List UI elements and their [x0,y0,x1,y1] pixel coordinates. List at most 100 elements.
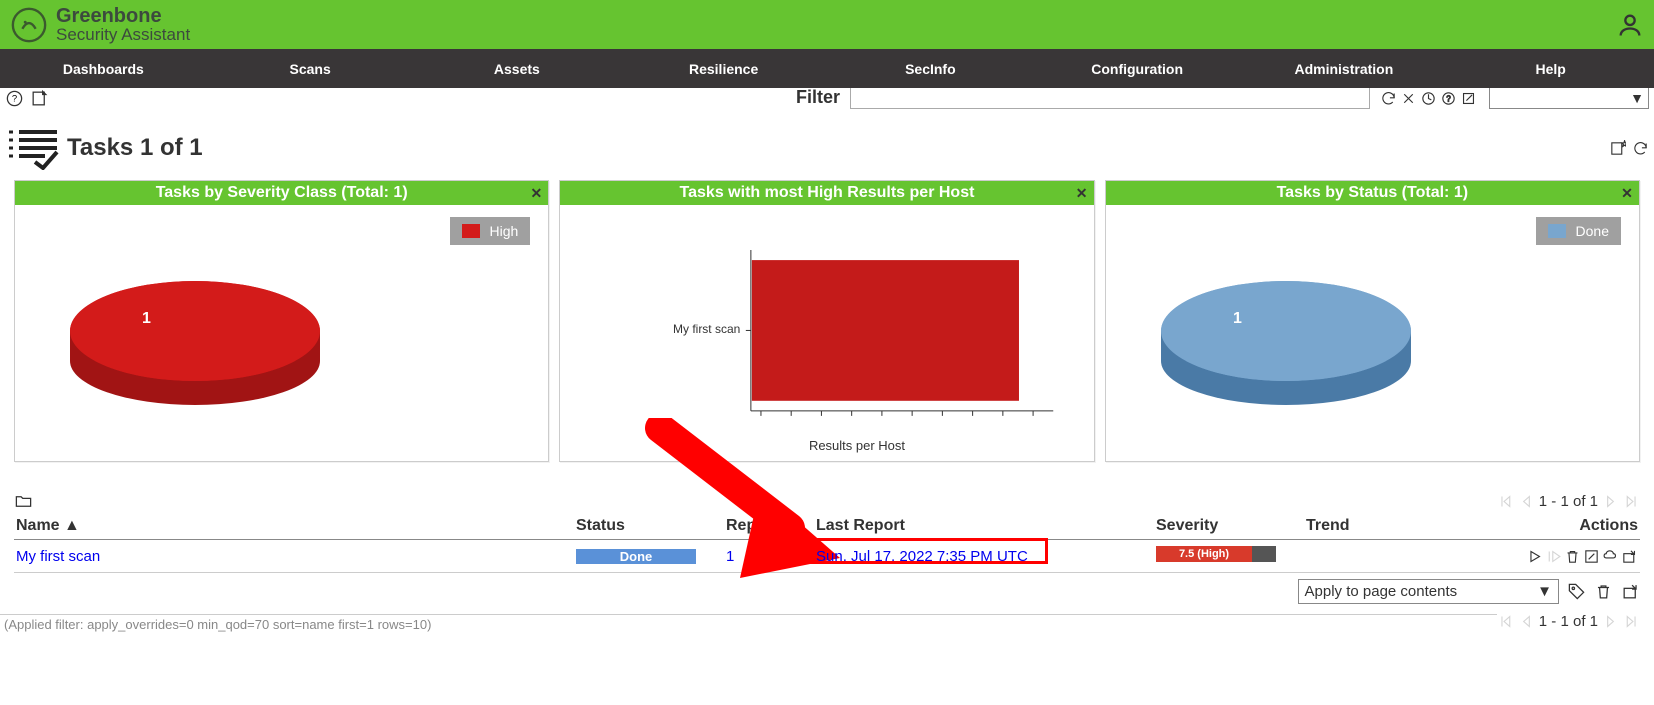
pager-text-bottom: 1 - 1 of 1 [1539,613,1598,630]
brand: Greenbone Security Assistant [10,6,190,44]
reset-dashboard-icon[interactable] [1632,140,1649,157]
pager-next-icon[interactable] [1602,493,1619,510]
pager-first-icon[interactable] [1497,493,1514,510]
new-task-icon[interactable] [30,89,49,108]
edit-icon[interactable] [1583,548,1600,565]
legend-swatch-done [1548,224,1566,238]
col-last-report[interactable]: Last Report [814,513,1154,540]
svg-text:?: ? [1446,94,1451,103]
folder-icon[interactable] [14,492,33,511]
apply-label: Apply to page contents [1305,583,1458,600]
bar-x-label: Results per Host [620,438,1093,453]
legend-swatch-high [462,224,480,238]
bar-chart-high-results: My first scan [640,240,1063,441]
panel-severity-title: Tasks by Severity Class (Total: 1) ✕ [15,181,548,205]
task-name-link[interactable]: My first scan [16,548,100,565]
row-actions [1406,548,1638,565]
nav-resilience[interactable]: Resilience [620,51,827,87]
col-trend[interactable]: Trend [1304,513,1404,540]
pie-value-status: 1 [1233,310,1242,327]
export-icon[interactable] [1621,548,1638,565]
apply-dropdown[interactable]: Apply to page contents ▼ [1298,579,1559,604]
pager-top: 1 - 1 of 1 [1497,493,1640,510]
tag-icon[interactable] [1567,582,1586,601]
filter-refresh-icon[interactable] [1380,90,1397,107]
page-title: Tasks 1 of 1 [67,134,203,162]
top-bar: Greenbone Security Assistant [0,0,1654,49]
severity-value: 7.5 (High) [1156,546,1252,562]
nav-administration[interactable]: Administration [1241,51,1448,87]
legend-status: Done [1536,217,1621,245]
filter-label: Filter [796,88,840,108]
svg-text:?: ? [12,93,17,104]
page-title-row: Tasks 1 of 1 ★ [0,118,1654,174]
filter-reset-icon[interactable] [1420,90,1437,107]
panel-high-results-title: Tasks with most High Results per Host ✕ [560,181,1093,205]
col-status[interactable]: Status [574,513,724,540]
close-icon[interactable]: ✕ [1618,184,1636,202]
brand-subtitle: Security Assistant [56,26,190,43]
pager-next-icon[interactable] [1602,613,1619,630]
bulk-export-icon[interactable] [1621,582,1640,601]
pager-text: 1 - 1 of 1 [1539,493,1598,510]
main-nav: Dashboards Scans Assets Resilience SecIn… [0,49,1654,88]
legend-severity: High [450,217,531,245]
applied-filter-text: (Applied filter: apply_overrides=0 min_q… [0,614,1497,634]
nav-configuration[interactable]: Configuration [1034,51,1241,87]
clone-icon[interactable] [1602,548,1619,565]
status-badge: Done [576,549,696,564]
panel-status-title: Tasks by Status (Total: 1) ✕ [1106,181,1639,205]
close-icon[interactable]: ✕ [527,184,545,202]
table-header-row: Name ▲ Status Reports Last Report Severi… [14,513,1640,540]
col-severity[interactable]: Severity [1154,513,1304,540]
nav-help[interactable]: Help [1447,51,1654,87]
pager-prev-icon[interactable] [1518,493,1535,510]
bulk-actions-row: Apply to page contents ▼ [0,575,1654,608]
table-row: My first scan Done 1 Sun, Jul 17, 2022 7… [14,540,1640,573]
pie-chart-severity: 1 [65,251,325,431]
panel-high-results: Tasks with most High Results per Host ✕ … [559,180,1094,462]
pager-prev-icon[interactable] [1518,613,1535,630]
greenbone-logo-icon [10,6,48,44]
bulk-trash-icon[interactable] [1594,582,1613,601]
filter-preset-dropdown[interactable]: ▼ [1489,88,1649,109]
list-header-row: 1 - 1 of 1 [0,490,1654,513]
col-name[interactable]: Name ▲ [14,513,574,540]
nav-scans[interactable]: Scans [207,51,414,87]
filter-input[interactable] [850,88,1370,109]
add-dashboard-icon[interactable]: ★ [1609,140,1626,157]
filter-edit-icon[interactable] [1460,90,1477,107]
close-icon[interactable]: ✕ [1073,184,1091,202]
svg-text:★: ★ [1621,140,1626,148]
col-actions: Actions [1404,513,1640,540]
pie-value-severity: 1 [142,310,151,327]
toolbar: ? Filter ? ▼ [0,88,1654,118]
pager-last-icon[interactable] [1623,493,1640,510]
user-icon[interactable] [1616,11,1644,39]
col-reports[interactable]: Reports [724,513,814,540]
help-icon[interactable]: ? [5,89,24,108]
chevron-down-icon: ▼ [1537,583,1552,600]
pager-first-icon[interactable] [1497,613,1514,630]
legend-label-high: High [490,223,519,239]
brand-name: Greenbone [56,6,190,26]
filter-clear-icon[interactable] [1400,90,1417,107]
pie-chart-status: 1 [1156,251,1416,431]
nav-dashboards[interactable]: Dashboards [0,51,207,87]
bar-y-label: My first scan [630,322,740,336]
chevron-down-icon: ▼ [1630,90,1644,106]
trash-icon[interactable] [1564,548,1581,565]
dashboard-row: Tasks by Severity Class (Total: 1) ✕ Hig… [0,174,1654,472]
legend-label-done: Done [1576,223,1609,239]
reports-link[interactable]: 1 [726,548,734,565]
nav-assets[interactable]: Assets [414,51,621,87]
panel-severity: Tasks by Severity Class (Total: 1) ✕ Hig… [14,180,549,462]
pager-bottom: 1 - 1 of 1 [1497,613,1640,630]
start-icon[interactable] [1526,548,1543,565]
resume-icon[interactable] [1545,548,1562,565]
panel-status: Tasks by Status (Total: 1) ✕ Done 1 [1105,180,1640,462]
pager-last-icon[interactable] [1623,613,1640,630]
filter-help-icon[interactable]: ? [1440,90,1457,107]
last-report-link[interactable]: Sun, Jul 17, 2022 7:35 PM UTC [816,548,1028,565]
nav-secinfo[interactable]: SecInfo [827,51,1034,87]
